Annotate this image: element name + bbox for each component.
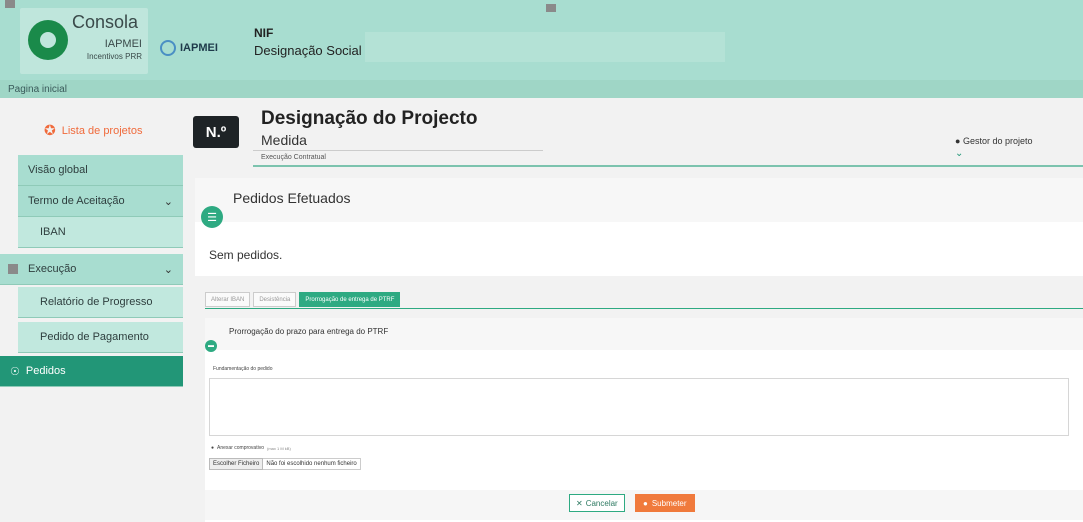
chevron-down-icon: ⌄ — [163, 195, 173, 208]
file-status: Não foi escolhido nenhum ficheiro — [263, 458, 361, 470]
logo-title: Consola — [72, 12, 139, 32]
cancel-button[interactable]: ✕ Cancelar — [569, 494, 625, 512]
iapmei-brand: IAPMEI — [160, 40, 218, 56]
attach-label-row: ● Anexar comprovativo (max 1 M kB) — [211, 445, 291, 451]
project-header: N.º Designação do Projecto Medida Execuç… — [193, 98, 1083, 168]
attach-label: Anexar comprovativo — [217, 445, 264, 451]
divider — [253, 165, 1083, 167]
justification-label: Fundamentação do pedido — [213, 366, 273, 372]
form-actions: ✕ Cancelar ● Submeter — [205, 490, 1083, 520]
project-number-badge: N.º — [193, 116, 239, 148]
project-measure: Medida — [261, 132, 307, 148]
handle-marker — [8, 264, 18, 274]
tab-withdrawal[interactable]: Desistência — [253, 292, 297, 307]
requests-empty-text: Sem pedidos. — [209, 248, 283, 262]
sidebar-item-label: Execução — [28, 263, 77, 275]
sidebar-item-label: Visão global — [28, 164, 88, 176]
header-highlight — [365, 32, 725, 62]
nif-label: NIF — [254, 26, 274, 40]
info-icon: ● — [211, 445, 215, 451]
form-header: Prorrogação do prazo para entrega do PTR… — [205, 318, 1083, 350]
logo-tagline: Incentivos PRR — [86, 52, 142, 61]
chevron-down-icon[interactable]: ⌄ — [955, 148, 963, 159]
project-manager[interactable]: ● Gestor do projeto — [955, 136, 1033, 146]
sidebar-item-label: IBAN — [40, 226, 66, 238]
breadcrumb: Pagina inicial — [0, 80, 1083, 98]
sidebar-item-requests[interactable]: ☉ Pedidos — [0, 356, 183, 387]
person-run-icon: ✪ — [44, 122, 56, 138]
project-phase: Execução Contratual — [261, 154, 326, 161]
requests-card-header: Pedidos Efetuados — [195, 178, 1083, 222]
attach-hint: (max 1 M kB) — [267, 445, 291, 451]
project-manager-label: Gestor do projeto — [962, 136, 1033, 146]
sidebar-item-label: Pedido de Pagamento — [40, 331, 149, 343]
sidebar-item-label: Pedidos — [25, 365, 66, 377]
sidebar-item-iban[interactable]: IBAN — [18, 217, 183, 248]
form-icon: ▬ — [205, 340, 217, 352]
company-name: Designação Social — [254, 43, 362, 58]
sidebar-item-acceptance[interactable]: Termo de Aceitação ⌄ — [18, 186, 183, 217]
sidebar-item-execution[interactable]: Execução ⌄ — [0, 254, 183, 285]
submit-label: Submeter — [651, 498, 687, 508]
file-input[interactable]: Escolher Ficheiro Não foi escolhido nenh… — [209, 458, 361, 470]
sidebar-item-overview[interactable]: Visão global — [18, 155, 183, 186]
choose-file-button[interactable]: Escolher Ficheiro — [209, 458, 264, 470]
divider — [253, 150, 543, 151]
user-icon: ● — [955, 136, 961, 146]
breadcrumb-home-link[interactable]: Pagina inicial — [8, 84, 67, 95]
sidebar-item-payment-request[interactable]: Pedido de Pagamento — [18, 322, 183, 353]
requests-title: Pedidos Efetuados — [233, 190, 351, 206]
consola-logo[interactable]: Consola IAPMEI Incentivos PRR — [20, 8, 148, 74]
close-icon: ✕ — [576, 498, 583, 508]
logo-subtitle: IAPMEI — [104, 38, 142, 50]
user-check-icon: ● — [643, 498, 648, 508]
request-tabs: Alterar IBAN Desistência Prorrogação de … — [205, 292, 401, 307]
extension-form: Prorrogação do prazo para entrega do PTR… — [205, 318, 1083, 522]
app-header: Consola IAPMEI Incentivos PRR IAPMEI NIF… — [0, 0, 1083, 80]
project-list-link[interactable]: ✪ Lista de projetos — [44, 122, 142, 139]
requests-card: Pedidos Efetuados ☰ Sem pedidos. — [195, 178, 1083, 276]
chevron-down-icon: ⌄ — [163, 263, 173, 276]
handle-marker — [5, 0, 15, 8]
circle-dot-icon: ☉ — [10, 365, 20, 378]
divider — [205, 308, 1083, 309]
consola-logo-icon — [28, 20, 68, 60]
justification-textarea[interactable] — [209, 378, 1069, 436]
sidebar-item-label: Termo de Aceitação — [28, 195, 125, 207]
handle-marker — [546, 4, 556, 12]
iapmei-logo-icon — [160, 40, 176, 56]
tab-change-iban[interactable]: Alterar IBAN — [205, 292, 251, 307]
sidebar-item-label: Relatório de Progresso — [40, 296, 153, 308]
sidebar: ✪ Lista de projetos Visão global Termo d… — [0, 98, 185, 522]
form-title: Prorrogação do prazo para entrega do PTR… — [229, 327, 389, 336]
tab-ptrf-extension[interactable]: Prorrogação de entrega de PTRF — [299, 292, 401, 307]
project-title: Designação do Projecto — [261, 108, 478, 129]
submit-button[interactable]: ● Submeter — [635, 494, 695, 512]
cancel-label: Cancelar — [585, 498, 618, 508]
project-list-label: Lista de projetos — [61, 124, 143, 137]
list-icon: ☰ — [201, 206, 223, 228]
iapmei-brand-text: IAPMEI — [180, 42, 218, 54]
sidebar-item-progress-report[interactable]: Relatório de Progresso — [18, 287, 183, 318]
